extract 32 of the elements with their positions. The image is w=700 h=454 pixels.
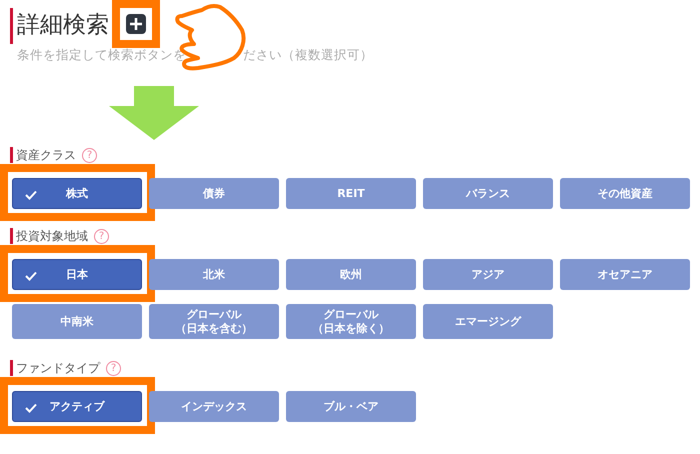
down-arrow-icon xyxy=(109,86,199,140)
instruction-text: ださい（複数選択可） xyxy=(243,46,373,64)
help-icon[interactable]: ? xyxy=(82,148,97,162)
filter-option-button[interactable]: 北米 xyxy=(149,259,279,290)
check-icon xyxy=(25,190,37,200)
filter-option-button[interactable]: グローバル （日本を除く） xyxy=(286,304,416,339)
filter-option-button[interactable]: アクティブ xyxy=(12,391,142,422)
filter-option-button[interactable]: グローバル （日本を含む） xyxy=(149,304,279,339)
filter-option-button[interactable]: インデックス xyxy=(149,391,279,422)
filter-option-button[interactable]: バランス xyxy=(423,178,553,209)
instruction-text: 条件を指定して検索ボタンを xyxy=(17,46,186,64)
filter-option-button[interactable]: 日本 xyxy=(12,259,142,290)
filter-option-button[interactable]: オセアニア xyxy=(560,259,690,290)
filter-option-button[interactable]: 債券 xyxy=(149,178,279,209)
filter-option-button[interactable]: その他資産 xyxy=(560,178,690,209)
filter-option-button[interactable]: アジア xyxy=(423,259,553,290)
check-icon xyxy=(25,271,37,281)
section-label: ファンドタイプ xyxy=(16,360,100,377)
section-label: 投資対象地域 xyxy=(16,228,88,245)
filter-option-button[interactable]: 中南米 xyxy=(12,304,142,339)
filter-option-button[interactable]: エマージング xyxy=(423,304,553,339)
help-icon[interactable]: ? xyxy=(94,228,109,244)
check-icon xyxy=(25,403,37,413)
help-icon[interactable]: ? xyxy=(106,360,121,376)
plus-icon[interactable] xyxy=(126,14,146,34)
filter-option-button[interactable]: 欧州 xyxy=(286,259,416,290)
filter-option-button[interactable]: REIT xyxy=(286,178,416,209)
section-label: 資産クラス xyxy=(16,147,76,164)
title-accent-bar xyxy=(10,8,13,44)
page-title: 詳細検索 xyxy=(17,11,109,40)
filter-option-button[interactable]: 株式 xyxy=(12,178,142,209)
filter-option-button[interactable]: ブル・ベア xyxy=(286,391,416,422)
